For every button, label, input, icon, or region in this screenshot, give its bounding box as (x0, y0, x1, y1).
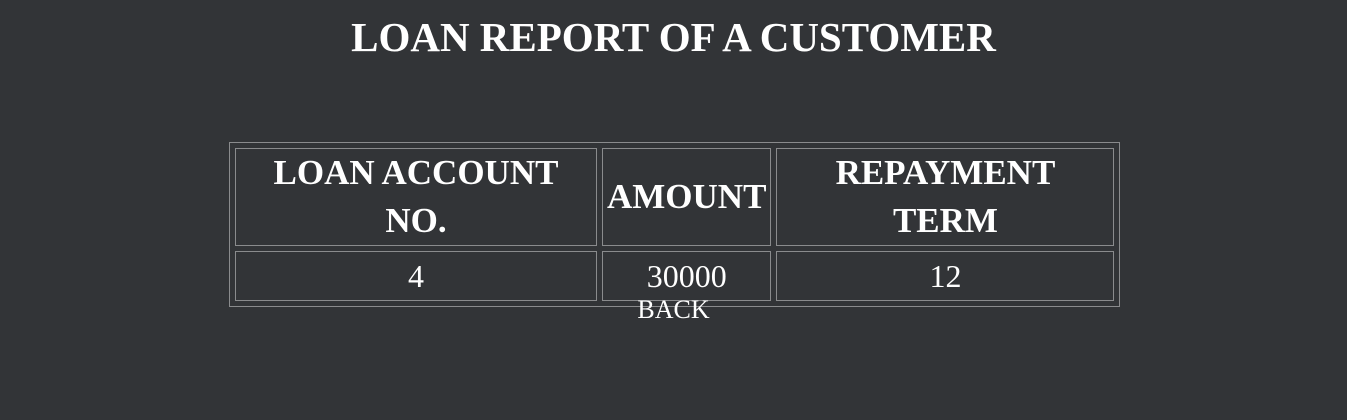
loan-report-table: LOAN ACCOUNT NO. AMOUNT REPAYMENT TERM 4… (229, 142, 1121, 307)
back-link[interactable]: BACK (0, 294, 1347, 326)
table-header-row: LOAN ACCOUNT NO. AMOUNT REPAYMENT TERM (235, 148, 1115, 246)
page-title: LOAN REPORT OF A CUSTOMER (351, 14, 996, 60)
header-repayment-term: REPAYMENT TERM (776, 148, 1115, 246)
header-amount: AMOUNT (602, 148, 772, 246)
header-loan-account-no: LOAN ACCOUNT NO. (235, 148, 597, 246)
